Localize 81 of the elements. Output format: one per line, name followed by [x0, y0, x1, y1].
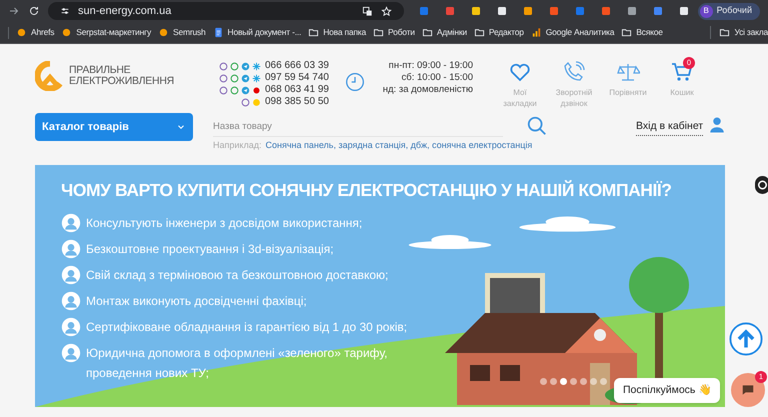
catalog-button[interactable]: Каталог товарів [35, 113, 193, 141]
working-hours: нд: за домовленістю [382, 84, 473, 96]
viber-icon [241, 98, 250, 106]
phone-number[interactable]: 068 063 41 99 [265, 84, 331, 96]
badge-icon [61, 343, 81, 363]
search-icon[interactable] [526, 115, 548, 137]
chat-button[interactable] [731, 373, 765, 407]
chat-icon [741, 383, 755, 397]
profile-button[interactable]: В Робочий [698, 2, 760, 20]
star-burst-icon [252, 74, 261, 82]
bookmark-link[interactable]: Адмінки [436, 26, 467, 39]
forward-icon [8, 5, 20, 17]
working-hours: сб: 10:00 - 15:00 [402, 72, 473, 84]
telegram-icon [241, 86, 250, 94]
extension-icon[interactable] [496, 5, 508, 17]
bookmark-link[interactable]: Новый документ -... [228, 26, 302, 39]
bookmark-link[interactable]: Всякое [636, 26, 663, 39]
document-icon [212, 27, 224, 38]
clock-icon [345, 72, 365, 92]
site-info-icon [60, 6, 70, 16]
telegram-icon [241, 74, 250, 82]
logo-icon [35, 61, 65, 91]
badge-icon [61, 239, 81, 259]
phone-number[interactable]: 098 385 50 50 [265, 96, 331, 108]
chat-text: Поспілкуймось 👋 [623, 382, 712, 398]
logo-text: ПРАВИЛЬНЕ [69, 65, 132, 76]
bar-chart-icon [530, 27, 542, 38]
profile-label: Робочий [716, 4, 752, 18]
star-burst-icon [252, 62, 261, 70]
folder-icon [308, 27, 320, 38]
banner-point: Сертифіковане обладнання із гарантією від 1 до 30 років; [86, 319, 408, 336]
dot-icon [252, 86, 261, 94]
site-icon [158, 27, 169, 38]
badge-icon [61, 317, 81, 337]
working-hours: пн-пт: 09:00 - 19:00 [388, 60, 473, 72]
bookmark-link[interactable]: Нова папка [323, 26, 366, 39]
site-icon [61, 27, 72, 38]
folder-icon [422, 27, 433, 38]
bookmark-link[interactable]: Усі закла [734, 26, 768, 39]
site-icon [16, 27, 27, 38]
example-label: Наприклад: [213, 139, 262, 152]
extension-icon[interactable] [626, 5, 638, 17]
folder-icon [621, 27, 632, 38]
badge-icon [61, 213, 81, 233]
telegram-icon [241, 62, 250, 70]
url-text: sun-energy.com.ua [78, 4, 172, 19]
example-link[interactable]: Сонячна панель, зарядна станція, дбж, сонячна електростанція [265, 139, 532, 152]
banner-point: Консультують інженери з досвідом використання; [86, 215, 364, 232]
folder-icon [373, 27, 384, 38]
side-tab-icon[interactable] [752, 174, 768, 196]
extension-icon[interactable] [470, 5, 482, 17]
chat-bubble[interactable]: Поспілкуймось 👋 [614, 378, 720, 403]
logo-text: ЕЛЕКТРОЖИВЛЕННЯ [69, 76, 174, 87]
folder-icon [719, 27, 730, 38]
bookmark-link[interactable]: Ahrefs [31, 26, 54, 39]
star-icon [380, 6, 392, 16]
folder-icon [474, 27, 485, 38]
swirl-icon [252, 98, 261, 106]
login-link[interactable]: Вхід в кабінет [636, 119, 704, 136]
reload-icon [28, 5, 40, 17]
search-field[interactable]: Назва товару [213, 117, 503, 137]
bookmark-link[interactable]: Редактор [488, 26, 524, 39]
bookmark-link[interactable]: Serpstat-маркетингу [76, 26, 151, 39]
phone-number[interactable]: 097 59 54 740 [265, 72, 331, 84]
phone-number[interactable]: 066 666 03 39 [265, 60, 331, 72]
badge-icon [61, 265, 81, 285]
translate-icon [362, 6, 373, 16]
user-icon [708, 116, 726, 134]
bookmark-link[interactable]: Semrush [173, 26, 206, 39]
banner-point: Монтаж виконують досвідченні фахівці; [86, 293, 308, 310]
bookmark-link[interactable]: Google Аналитика [546, 26, 614, 39]
profile-avatar: В [700, 4, 713, 18]
badge-icon [61, 291, 81, 311]
scroll-up-button[interactable] [729, 322, 763, 356]
banner-point: Свій склад з терміновою та безкоштовною доставкою; [86, 267, 390, 284]
address-bar[interactable]: sun-energy.com.ua [48, 2, 404, 20]
banner-point: Безкоштовне проектування і 3d-візуалізація; [86, 241, 335, 258]
bookmark-link[interactable]: Роботи [388, 26, 415, 39]
extension-icon[interactable] [522, 5, 534, 17]
extension-icon[interactable] [678, 5, 690, 17]
banner-title: ЧОМУ ВАРТО КУПИТИ СОНЯЧНУ ЕЛЕКТРОСТАНЦІЮ У НАШІЙ КОМПАНІЇ? [61, 179, 672, 202]
